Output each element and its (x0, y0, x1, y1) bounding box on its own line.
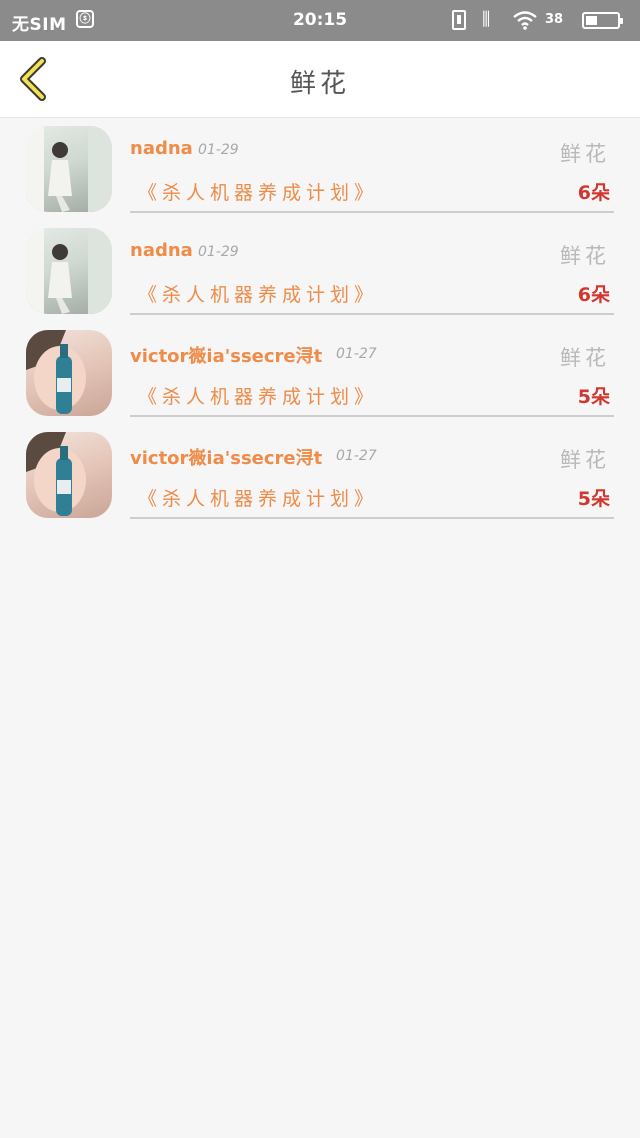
username[interactable]: victor嶶ia'ssecre浔t (130, 444, 322, 470)
divider (130, 313, 614, 315)
avatar[interactable] (26, 330, 112, 416)
battery-saver-icon (452, 10, 466, 30)
book-title[interactable]: 《杀人机器养成计划》 (138, 484, 378, 511)
gift-type-label: 鲜花 (560, 244, 610, 268)
gift-type-label: 鲜花 (560, 346, 610, 370)
book-title[interactable]: 《杀人机器养成计划》 (138, 178, 378, 205)
avatar[interactable] (26, 432, 112, 518)
date: 01-27 (336, 346, 377, 362)
avatar[interactable] (26, 126, 112, 212)
list-item[interactable]: victor嶶ia'ssecre浔t 01-27 鲜花 《杀人机器养成计划》 5… (0, 322, 640, 424)
avatar[interactable] (26, 228, 112, 314)
book-title[interactable]: 《杀人机器养成计划》 (138, 280, 378, 307)
list-item[interactable]: nadna 01-29 鲜花 《杀人机器养成计划》 6朵 (0, 220, 640, 322)
list-item[interactable]: victor嶶ia'ssecre浔t 01-27 鲜花 《杀人机器养成计划》 5… (0, 424, 640, 526)
wifi-icon (513, 11, 537, 30)
gift-type-label: 鲜花 (560, 142, 610, 166)
book-title[interactable]: 《杀人机器养成计划》 (138, 382, 378, 409)
flower-count: 5朵 (577, 386, 610, 408)
header: 鲜花 (0, 41, 640, 118)
date: 01-27 (336, 448, 377, 464)
date: 01-29 (198, 142, 239, 158)
page-title: 鲜花 (289, 69, 350, 99)
list-item[interactable]: nadna 01-29 鲜花 《杀人机器养成计划》 6朵 (0, 118, 640, 220)
battery-icon (582, 12, 623, 29)
username[interactable]: nadna (130, 240, 193, 261)
status-bar: 无SIM ⓢ 20:15 ⫼ 38 (0, 0, 640, 41)
battery-fill (586, 16, 597, 25)
divider (130, 415, 614, 417)
flower-count: 6朵 (577, 182, 610, 204)
username[interactable]: nadna (130, 138, 193, 159)
divider (130, 517, 614, 519)
flower-count: 5朵 (577, 488, 610, 510)
gift-type-label: 鲜花 (560, 448, 610, 472)
clock: 20:15 (292, 10, 348, 30)
flower-count: 6朵 (577, 284, 610, 306)
vibrate-icon: ⫼ (482, 9, 491, 30)
username[interactable]: victor嶶ia'ssecre浔t (130, 342, 322, 368)
battery-percent: 38 (545, 12, 564, 27)
date: 01-29 (198, 244, 239, 260)
divider (130, 211, 614, 213)
